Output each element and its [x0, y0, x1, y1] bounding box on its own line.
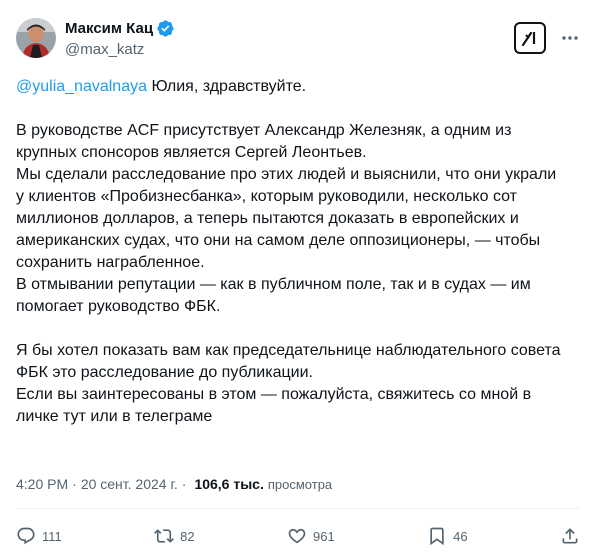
- divider: [16, 508, 580, 509]
- like-count: 961: [313, 528, 335, 544]
- post-text: @yulia_navalnaya Юлия, здравствуйте. В р…: [16, 76, 582, 428]
- post-date[interactable]: 20 сент. 2024 г.: [81, 476, 178, 492]
- share-icon: [562, 528, 578, 544]
- text-line: ФБК это расследование до публикации.: [16, 364, 313, 381]
- meta-separator: ·: [181, 476, 187, 492]
- text-line: у клиентов «Пробизнесбанка», которым рук…: [16, 188, 517, 205]
- greeting-text: Юлия, здравствуйте.: [147, 78, 307, 95]
- more-icon: [562, 36, 578, 40]
- reply-icon: [17, 527, 35, 545]
- more-button[interactable]: [560, 28, 580, 48]
- text-line: В руководстве ACF присутствует Александр…: [16, 122, 512, 139]
- like-button[interactable]: 961: [287, 526, 335, 546]
- verified-badge-icon[interactable]: [156, 19, 175, 38]
- share-button[interactable]: [560, 526, 580, 546]
- reply-button[interactable]: 111: [16, 526, 62, 546]
- text-line: личке тут или в телеграме: [16, 408, 213, 425]
- mention-link[interactable]: @yulia_navalnaya: [16, 78, 147, 95]
- post-meta: 4:20 PM · 20 сент. 2024 г. · 106,6 тыс. …: [16, 474, 332, 494]
- meta-separator: ·: [72, 476, 77, 492]
- bookmark-button[interactable]: 46: [427, 526, 468, 546]
- repost-button[interactable]: 82: [154, 526, 195, 546]
- text-line: Я бы хотел показать вам как председатель…: [16, 342, 561, 359]
- grok-button[interactable]: [514, 22, 546, 54]
- author-block: Максим Кац @max_katz: [65, 19, 175, 58]
- like-icon: [288, 528, 306, 544]
- text-line: американских судах, что они на самом дел…: [16, 232, 541, 249]
- views-label: просмотра: [267, 476, 333, 492]
- post-time[interactable]: 4:20 PM: [16, 476, 68, 492]
- text-line: крупных спонсоров является Сергей Леонть…: [16, 144, 367, 161]
- text-line: помогает руководство ФБК.: [16, 298, 221, 315]
- text-line: Мы сделали расследование про этих людей …: [16, 166, 557, 183]
- grok-icon: [521, 31, 536, 47]
- post-header: Максим Кац @max_katz: [16, 16, 580, 60]
- author-handle[interactable]: @max_katz: [65, 41, 175, 58]
- bookmark-icon: [430, 527, 444, 546]
- text-line: сохранить награбленное.: [16, 254, 205, 271]
- repost-count: 82: [180, 528, 195, 544]
- greeting-line: @yulia_navalnaya Юлия, здравствуйте.: [16, 76, 582, 98]
- repost-icon: [154, 529, 175, 543]
- avatar[interactable]: [16, 18, 56, 58]
- bookmark-count: 46: [453, 528, 468, 544]
- action-bar: 111 82 961 46: [16, 524, 580, 548]
- text-line: миллионов долларов, а теперь пытаются до…: [16, 210, 519, 227]
- text-line: Если вы заинтересованы в этом — пожалуйс…: [16, 386, 532, 403]
- reply-count: 111: [42, 528, 62, 544]
- text-line: В отмывании репутации — как в публичном …: [16, 276, 531, 293]
- author-name[interactable]: Максим Кац: [65, 20, 153, 37]
- views-count: 106,6 тыс.: [194, 476, 264, 492]
